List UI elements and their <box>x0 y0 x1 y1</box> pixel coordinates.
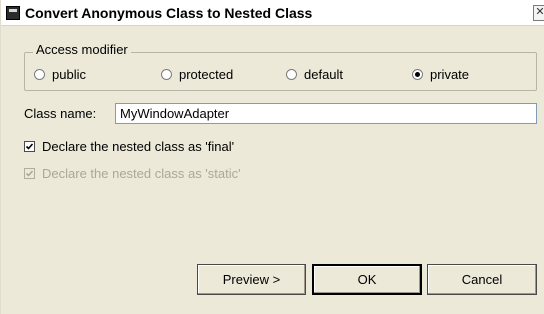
dialog-title: Convert Anonymous Class to Nested Class <box>25 5 313 21</box>
access-modifier-legend: Access modifier <box>33 42 131 57</box>
title-bar[interactable]: Convert Anonymous Class to Nested Class … <box>1 0 544 26</box>
class-name-label: Class name: <box>24 106 97 121</box>
preview-button[interactable]: Preview > <box>197 264 306 295</box>
radio-indicator[interactable] <box>34 68 45 80</box>
final-checkbox-row[interactable]: Declare the nested class as 'final' <box>24 137 234 155</box>
static-checkbox-row: Declare the nested class as 'static' <box>24 164 241 182</box>
class-name-input[interactable]: MyWindowAdapter <box>115 103 537 124</box>
close-icon[interactable]: ✕ <box>533 5 544 21</box>
radio-indicator[interactable] <box>286 68 297 80</box>
dialog-window: Convert Anonymous Class to Nested Class … <box>0 0 544 314</box>
final-checkbox-label: Declare the nested class as 'final' <box>42 138 235 154</box>
radio-public-label: public <box>52 66 86 82</box>
radio-private[interactable]: private <box>412 66 469 82</box>
radio-default-label: default <box>304 66 344 82</box>
radio-default[interactable]: default <box>286 66 343 82</box>
checkmark-icon <box>25 169 34 177</box>
static-checkbox <box>24 167 35 179</box>
checkmark-icon <box>25 142 34 150</box>
static-checkbox-label: Declare the nested class as 'static' <box>42 165 241 181</box>
radio-indicator[interactable] <box>161 68 172 80</box>
eclipse-window-icon <box>6 6 20 20</box>
radio-public[interactable]: public <box>34 66 86 82</box>
final-checkbox[interactable] <box>24 140 35 152</box>
radio-protected[interactable]: protected <box>161 66 233 82</box>
ok-button[interactable]: OK <box>312 264 422 295</box>
radio-protected-label: protected <box>179 66 234 82</box>
radio-private-label: private <box>430 66 470 82</box>
radio-indicator-selected[interactable] <box>412 68 423 80</box>
cancel-button[interactable]: Cancel <box>427 264 537 295</box>
